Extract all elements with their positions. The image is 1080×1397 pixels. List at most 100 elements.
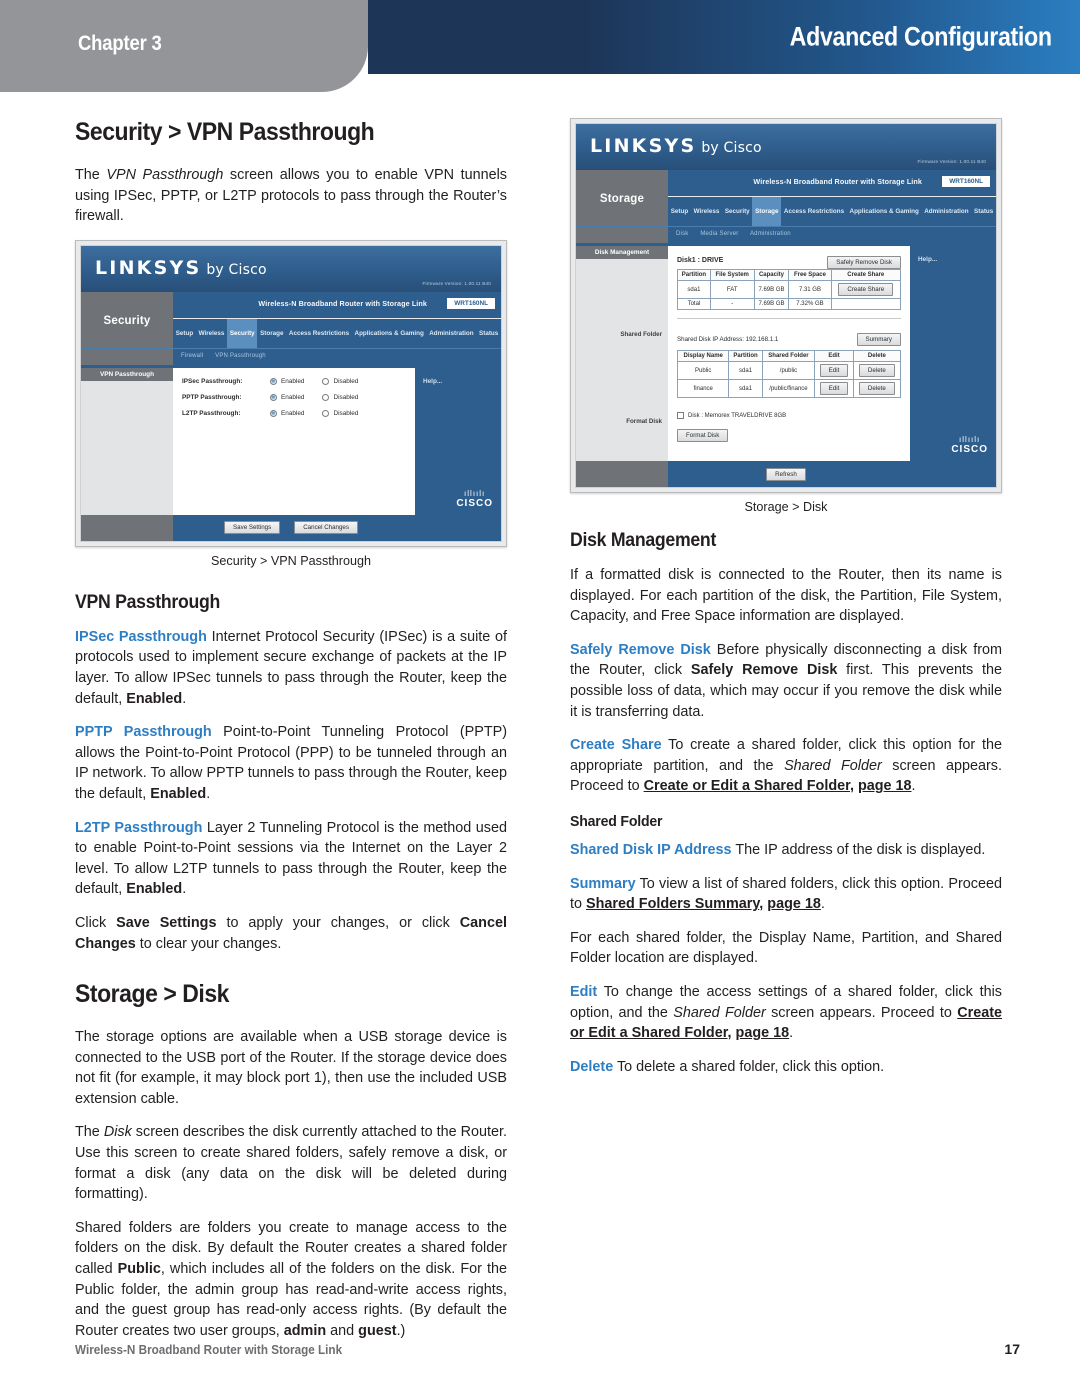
ui-tab-status[interactable]: Status — [971, 208, 996, 215]
brand-name: LINKSYS — [590, 135, 697, 157]
ui-product-name: Wireless-N Broadband Router with Storage… — [258, 298, 427, 308]
ui-tab-security[interactable]: Security — [722, 208, 752, 215]
term-shared-disk-ip-address: Shared Disk IP Address — [570, 841, 732, 858]
vpn-l2tp-enabled[interactable]: Enabled — [270, 410, 304, 417]
ui-product-name: Wireless-N Broadband Router with Storage… — [753, 177, 922, 186]
delete-button[interactable]: Delete — [858, 364, 895, 377]
col-file-system: File System — [709, 269, 755, 281]
format-disk-button[interactable]: Format Disk — [677, 429, 729, 443]
ui-subnav-vpn-passthrough[interactable]: VPN Passthrough — [215, 353, 266, 359]
radio-on-icon[interactable] — [270, 393, 277, 401]
ui-help-pane: Help... ıllıılı CISCO — [415, 367, 501, 515]
figure-caption-storage: Storage > Disk — [744, 500, 828, 514]
cell-edit[interactable]: Edit — [814, 361, 854, 380]
cell-shared-folder: /public/finance — [761, 379, 816, 398]
cell-create-share[interactable]: Create Share — [830, 280, 901, 299]
table-row: sda1 FAT 7.69B GB 7.31 GB Create Share — [677, 280, 901, 299]
vpn-ipsec-disabled[interactable]: Disabled — [322, 377, 358, 385]
paragraph-summary: Summary To view a list of shared folders… — [570, 875, 1002, 913]
xref-page-18[interactable]: page 18 — [736, 1025, 790, 1041]
ui-left-pane-subnav — [576, 227, 668, 243]
ui-body: VPN Passthrough IPSec Passthrough: Enabl… — [81, 364, 501, 515]
router-ui-security: LINKSYS by Cisco Firmware Version: 1.00.1… — [75, 239, 507, 547]
edit-button[interactable]: Edit — [819, 364, 849, 377]
section-title-security: Security > VPN Passthrough — [75, 118, 375, 146]
safely-remove-disk-button[interactable]: Safely Remove Disk — [827, 256, 901, 269]
xref-page-18[interactable]: page 18 — [767, 896, 821, 912]
ui-tab-administration[interactable]: Administration — [427, 330, 477, 337]
ui-tab-setup[interactable]: Setup — [173, 330, 196, 337]
page-title: Advanced Configuration — [789, 21, 1052, 52]
save-settings-button[interactable]: Save Settings — [224, 521, 281, 535]
ui-subnav-media-server[interactable]: Media Server — [700, 231, 738, 237]
xref-shared-folders-summary[interactable]: Shared Folders Summary — [586, 896, 759, 912]
ui-help-link[interactable]: Help... — [415, 368, 501, 385]
cisco-logo: ıllıılı CISCO — [456, 489, 493, 509]
checkbox-icon[interactable] — [677, 412, 684, 419]
ui-tab-wireless[interactable]: Wireless — [691, 208, 722, 215]
radio-off-icon[interactable] — [322, 377, 330, 385]
intro-paragraph: The VPN Passthrough screen allows you to… — [75, 165, 507, 227]
ui-header-bar: LINKSYS by Cisco Firmware Version: 1.00.1… — [81, 245, 501, 292]
cell-display-name: finance — [676, 379, 730, 398]
intro-part1: The — [75, 167, 107, 183]
ui-subnav-firewall[interactable]: Firewall — [181, 353, 203, 359]
term-pptp-passthrough: PPTP Passthrough — [75, 724, 212, 741]
delete-button[interactable]: Delete — [858, 382, 895, 395]
ui-tab-storage[interactable]: Storage — [257, 330, 286, 337]
ui-tab-administration[interactable]: Administration — [922, 208, 972, 215]
ui-subnav-links: Firewall VPN Passthrough — [181, 353, 276, 359]
cancel-changes-button[interactable]: Cancel Changes — [294, 521, 358, 535]
edit-button[interactable]: Edit — [819, 382, 849, 395]
ui-tab-applications-gaming[interactable]: Applications & Gaming — [847, 208, 922, 215]
vpn-label-ipsec: IPSec Passthrough: — [182, 377, 243, 385]
create-share-button[interactable]: Create Share — [838, 283, 894, 296]
radio-off-icon[interactable] — [322, 410, 330, 418]
ui-subnav-disk[interactable]: Disk — [676, 231, 688, 237]
radio-off-icon[interactable] — [322, 393, 330, 401]
cell-partition: sda1 — [728, 379, 763, 398]
ui-subnav-administration[interactable]: Administration — [750, 231, 791, 237]
cell-delete[interactable]: Delete — [852, 361, 902, 380]
divider — [677, 318, 901, 319]
xref-create-or-edit-shared-folder[interactable]: Create or Edit a Shared Folder — [644, 778, 850, 794]
ui-model-badge: WRT160NL — [942, 176, 990, 187]
cell-edit[interactable]: Edit — [814, 379, 854, 398]
cell-capacity: 7.69B GB — [753, 298, 790, 310]
vpn-pptp-enabled[interactable]: Enabled — [270, 393, 304, 401]
paragraph-save-settings: Click Save Settings to apply your change… — [75, 914, 507, 952]
ui-tab-security[interactable]: Security — [227, 318, 258, 349]
col-capacity: Capacity — [753, 269, 790, 281]
term-l2tp-passthrough: L2TP Passthrough — [75, 819, 203, 836]
ui-tab-access-restrictions[interactable]: Access Restrictions — [781, 208, 847, 215]
vpn-pptp-disabled[interactable]: Disabled — [322, 393, 358, 401]
table-row: finance sda1 /public/finance Edit Delete — [676, 379, 902, 398]
ui-tab-wireless[interactable]: Wireless — [196, 330, 227, 337]
ui-tab-storage[interactable]: Storage — [752, 197, 782, 227]
ui-tab-status[interactable]: Status — [476, 330, 501, 337]
cell-partition: Total — [677, 298, 711, 310]
paragraph-edit: Edit To change the access settings of a … — [570, 983, 1002, 1042]
radio-on-icon[interactable] — [270, 377, 277, 385]
ui-tab-applications-gaming[interactable]: Applications & Gaming — [352, 330, 427, 337]
ui-subnav-links: Disk Media Server Administration — [676, 231, 801, 237]
summary-button[interactable]: Summary — [856, 333, 901, 346]
col-delete: Delete — [852, 350, 902, 362]
refresh-button[interactable]: Refresh — [766, 467, 806, 481]
col-free-space: Free Space — [788, 269, 832, 281]
brand-name: LINKSYS — [95, 256, 202, 279]
ui-help-link[interactable]: Help... — [910, 246, 996, 263]
xref-page-18[interactable]: page 18 — [858, 778, 912, 794]
disk-title: Disk1 : DRIVE — [677, 257, 724, 264]
vpn-l2tp-disabled[interactable]: Disabled — [322, 410, 358, 417]
ui-tab-setup[interactable]: Setup — [668, 208, 691, 215]
shared-disk-ip-line: Shared Disk IP Address: 192.168.1.1 — [677, 336, 779, 343]
cell-delete[interactable]: Delete — [852, 379, 902, 398]
vpn-ipsec-enabled[interactable]: Enabled — [270, 377, 304, 385]
term-create-share: Create Share — [570, 737, 662, 754]
radio-on-icon[interactable] — [270, 410, 277, 418]
ui-subnav: Disk Media Server Administration — [576, 226, 996, 243]
ui-left-pane-subnav — [81, 348, 173, 365]
ui-tab-access-restrictions[interactable]: Access Restrictions — [286, 330, 352, 337]
format-disk-checkbox-row[interactable]: Disk : Memorex TRAVELDRIVE 8GB — [677, 412, 901, 419]
